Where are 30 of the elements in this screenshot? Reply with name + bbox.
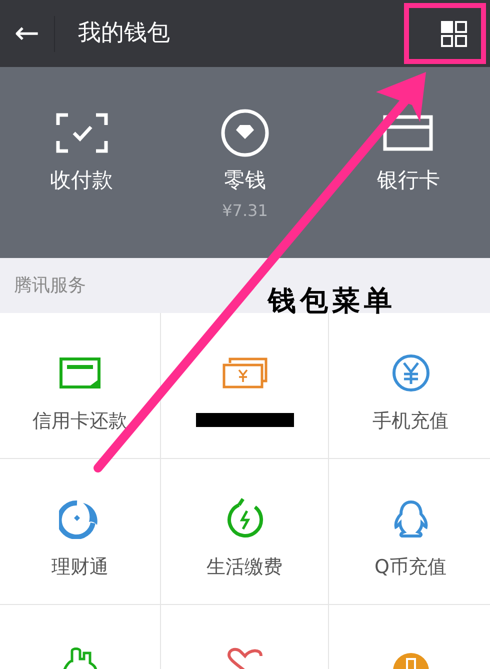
card-icon bbox=[383, 113, 434, 153]
yen-circle-icon bbox=[390, 353, 430, 393]
service-item[interactable]: Q币充值 bbox=[329, 459, 490, 604]
service-label: 信用卡还款 bbox=[32, 409, 128, 434]
service-item[interactable]: 信用卡还款 bbox=[0, 313, 160, 458]
service-label: 理财通 bbox=[52, 555, 108, 580]
wallet-action[interactable]: 银行卡 bbox=[326, 67, 490, 258]
action-label: 银行卡 bbox=[376, 167, 440, 194]
action-label: 收付款 bbox=[50, 167, 114, 194]
card-icon bbox=[59, 357, 101, 389]
wallet-action[interactable]: 收付款 bbox=[0, 67, 164, 258]
service-item[interactable]: 手机充值 bbox=[329, 313, 490, 458]
section-title: 腾讯服务 bbox=[14, 274, 86, 298]
grid-menu-icon bbox=[441, 20, 467, 46]
service-label: 手机充值 bbox=[372, 409, 448, 434]
banknote-icon bbox=[222, 357, 268, 389]
diamond-circle-icon bbox=[220, 108, 270, 158]
service-item[interactable] bbox=[161, 313, 328, 458]
service-item[interactable]: 理财通 bbox=[0, 459, 160, 604]
service-item[interactable]: 生活缴费 bbox=[161, 459, 328, 604]
scan-icon bbox=[56, 113, 108, 153]
building-icon bbox=[62, 645, 98, 669]
balance-amount: ¥7.31 bbox=[222, 200, 268, 222]
action-label: 零钱 bbox=[224, 167, 266, 194]
back-button[interactable]: ← bbox=[0, 0, 54, 67]
penguin-icon bbox=[392, 499, 430, 539]
page-title: 我的钱包 bbox=[78, 19, 171, 48]
service-label: 生活缴费 bbox=[206, 555, 282, 580]
service-label: Q币充值 bbox=[374, 555, 446, 580]
wallet-action[interactable]: 零钱 ¥7.31 bbox=[163, 67, 327, 258]
